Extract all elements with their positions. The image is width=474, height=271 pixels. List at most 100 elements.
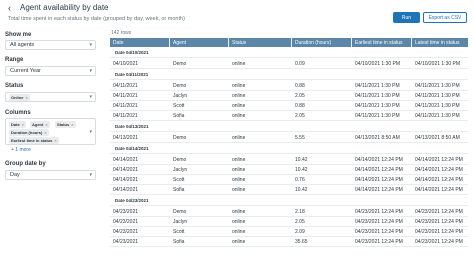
table-row: 04/23/2021 Sofia online 35.65 04/23/2021 12:… xyxy=(110,237,468,247)
status-cell: online xyxy=(232,167,246,173)
date-cell: 04/23/2021 xyxy=(113,219,139,225)
filters-sidebar: Show me All agents ▾ Range Current Year … xyxy=(0,29,103,271)
duration-cell: 0.88 xyxy=(295,103,305,109)
chevron-down-icon: ▾ xyxy=(89,129,92,135)
page-subtitle: Total time spent in each status by date … xyxy=(8,16,185,22)
duration-cell: 2.18 xyxy=(295,209,305,215)
status-cell: online xyxy=(232,177,246,183)
columns-multiselect[interactable]: Date × Agent × Status × Duration (hours) × E… xyxy=(5,118,96,145)
duration-cell: 5.55 xyxy=(295,135,305,141)
chevron-left-icon[interactable]: ‹ xyxy=(8,3,11,13)
agent-cell: Jaclyn xyxy=(173,219,188,225)
close-icon[interactable]: × xyxy=(45,122,47,127)
status-cell: online xyxy=(232,229,246,235)
status-tag-online[interactable]: Online × xyxy=(9,94,30,101)
show-me-select[interactable]: All agents ▾ xyxy=(5,40,96,50)
date-cell: 04/11/2021 xyxy=(113,113,138,119)
run-button[interactable]: Run xyxy=(393,12,420,23)
column-tag-duration[interactable]: Duration (hours) × xyxy=(9,129,49,136)
close-icon[interactable]: × xyxy=(25,95,27,100)
group-by-value: Day xyxy=(10,172,20,178)
agent-cell: Scott xyxy=(173,103,185,109)
table-header: Date Agent Status Duration (hours) Earli… xyxy=(110,38,468,47)
agent-cell: Sofia xyxy=(173,187,185,193)
date-cell: 04/13/2021 xyxy=(113,135,139,141)
columns-label: Columns xyxy=(5,110,31,116)
table-row: 04/11/2021 Demo online 0.88 04/11/2021 1:30 … xyxy=(110,81,468,91)
table-row: 04/14/2021 Sofia online 10.42 04/14/2021 12:… xyxy=(110,185,468,195)
earliest-time-cell: 04/10/2021 1:30 PM xyxy=(355,61,401,67)
agent-cell: Scott xyxy=(173,229,185,235)
date-cell: 04/11/2021 xyxy=(113,83,138,89)
date-cell: 04/11/2021 xyxy=(113,93,138,99)
column-header-date[interactable]: Date xyxy=(110,38,170,47)
duration-cell: 0.88 xyxy=(295,83,305,89)
earliest-time-cell: 04/14/2021 12:24 PM xyxy=(355,177,403,183)
group-by-select[interactable]: Day ▾ xyxy=(5,170,96,180)
table-row: 04/14/2021 Demo online 10.42 04/14/2021 12:2… xyxy=(110,155,468,165)
page-header: ‹ Agent availability by date Total time … xyxy=(0,0,474,28)
table-row: 04/13/2021 Demo online 5.55 04/13/2021 8:50 … xyxy=(110,133,468,143)
table-row: 04/14/2021 Scott online 0.76 04/14/2021 12:2… xyxy=(110,175,468,185)
show-me-value: All agents xyxy=(10,42,35,48)
duration-cell: 2.05 xyxy=(295,219,305,225)
duration-cell: 10.42 xyxy=(295,157,308,163)
earliest-time-cell: 04/11/2021 1:30 PM xyxy=(355,93,400,99)
column-header-status[interactable]: Status xyxy=(229,38,292,47)
earliest-time-cell: 04/11/2021 1:30 PM xyxy=(355,113,400,119)
latest-time-cell: 04/14/2021 12:24 PM xyxy=(415,187,463,193)
agent-cell: Sofia xyxy=(173,113,185,119)
duration-cell: 0.76 xyxy=(295,177,305,183)
status-cell: online xyxy=(232,83,246,89)
status-cell: online xyxy=(232,187,246,193)
column-tag-date[interactable]: Date × xyxy=(9,121,27,128)
duration-cell: 10.42 xyxy=(295,187,308,193)
status-cell: online xyxy=(232,135,246,141)
chevron-down-icon: ▾ xyxy=(89,68,92,74)
earliest-time-cell: 04/14/2021 12:24 PM xyxy=(355,167,403,173)
export-csv-button[interactable]: Export as CSV xyxy=(423,12,467,23)
earliest-time-cell: 04/11/2021 1:30 PM xyxy=(355,103,400,109)
table-row: 04/23/2021 Jaclyn online 2.05 04/23/2021 12:… xyxy=(110,217,468,227)
agent-cell: Demo xyxy=(173,157,187,163)
column-tag-agent[interactable]: Agent × xyxy=(30,121,50,128)
agent-cell: Demo xyxy=(173,209,187,215)
range-select[interactable]: Current Year ▾ xyxy=(5,66,96,76)
column-header-duration[interactable]: Duration (hours) xyxy=(292,38,352,47)
column-header-earliest-time[interactable]: Earliest time in status xyxy=(352,38,412,47)
latest-time-cell: 04/23/2021 12:24 PM xyxy=(415,229,463,235)
more-columns-link[interactable]: + 1 more xyxy=(11,147,31,153)
date-cell: 04/10/2021 xyxy=(113,61,139,67)
close-icon[interactable]: × xyxy=(71,122,73,127)
date-cell: 04/14/2021 xyxy=(113,167,139,173)
agent-cell: Demo xyxy=(173,83,187,89)
close-icon[interactable]: × xyxy=(54,138,56,143)
column-tag-status[interactable]: Status × xyxy=(55,121,76,128)
latest-time-cell: 04/14/2021 12:24 PM xyxy=(415,177,463,183)
earliest-time-cell: 04/23/2021 12:24 PM xyxy=(355,239,403,245)
report-table: Date Agent Status Duration (hours) Earli… xyxy=(110,38,468,271)
chevron-down-icon: ▾ xyxy=(89,172,92,178)
group-header-row: Date 04/11/2021 xyxy=(110,70,468,80)
close-icon[interactable]: × xyxy=(22,122,24,127)
status-cell: online xyxy=(232,93,246,99)
table-row: 04/23/2021 Demo online 2.18 04/23/2021 12:24… xyxy=(110,207,468,217)
column-tag-earliest-time[interactable]: Earliest time in status × xyxy=(9,137,59,144)
close-icon[interactable]: × xyxy=(44,130,46,135)
status-cell: online xyxy=(232,219,246,225)
column-header-latest-time[interactable]: Latest time in status xyxy=(412,38,468,47)
duration-cell: 35.65 xyxy=(295,239,308,245)
status-multiselect[interactable]: Online × ▾ xyxy=(5,92,96,102)
date-cell: 04/11/2021 xyxy=(113,103,138,109)
agent-cell: Jaclyn xyxy=(173,93,188,99)
table-row: 04/14/2021 Jaclyn online 10.42 04/14/2021 12… xyxy=(110,165,468,175)
column-header-agent[interactable]: Agent xyxy=(170,38,229,47)
row-count: 142 rows xyxy=(111,30,132,36)
duration-cell: 0.09 xyxy=(295,61,305,67)
status-cell: online xyxy=(232,209,246,215)
latest-time-cell: 04/23/2021 12:24 PM xyxy=(415,219,463,225)
group-header-row: Date 04/10/2021 xyxy=(110,48,468,58)
latest-time-cell: 04/13/2021 8:50 AM xyxy=(415,135,460,141)
status-cell: online xyxy=(232,103,246,109)
earliest-time-cell: 04/14/2021 12:24 PM xyxy=(355,187,403,193)
